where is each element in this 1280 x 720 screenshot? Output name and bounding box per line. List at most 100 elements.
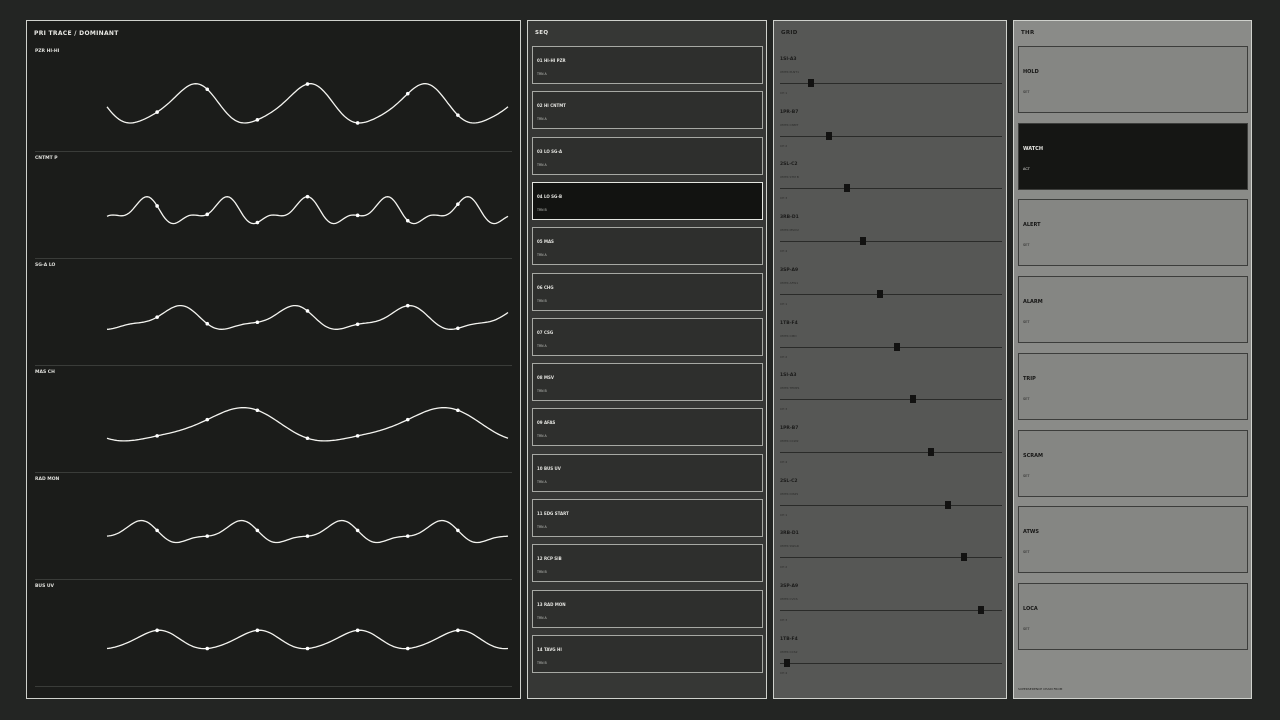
threshold-panel: THR HOLD SET WATCH ACT ALERT SET ALARM SET TRIP S…	[1013, 20, 1252, 699]
slider-description: XMTR AFW1	[780, 280, 799, 285]
sequence-item-name: 07 CSG	[537, 329, 554, 335]
slider-track[interactable]	[780, 451, 1002, 453]
sequence-item[interactable]: 14 TAVG HI TRN B	[532, 634, 763, 673]
threshold-button-label: WATCH	[1023, 145, 1044, 152]
threshold-button-watch[interactable]: WATCH ACT	[1018, 122, 1248, 190]
sequence-item[interactable]: 03 LO SG-A TRN A	[532, 136, 763, 175]
slider-handle[interactable]	[825, 131, 832, 140]
trace-marker	[405, 303, 410, 308]
slider-track[interactable]	[780, 557, 1002, 559]
grid-slider[interactable]: 2SL-C2 XMTR DISP1 CH 1	[780, 479, 1002, 531]
slider-track[interactable]	[780, 610, 1002, 611]
trace-marker	[405, 218, 410, 223]
sequence-item-name: 08 MSV	[537, 375, 554, 381]
grid-slider[interactable]: 3SP-A9 XMTR AFW1 CH 1	[780, 268, 1002, 320]
slider-handle[interactable]	[927, 447, 934, 456]
sequence-item[interactable]: 10 BUS UV TRN A	[532, 453, 763, 492]
trace-waveform	[106, 303, 509, 331]
sequence-item[interactable]: 13 RAD MON TRN A	[532, 589, 763, 628]
threshold-button-alarm[interactable]: ALARM SET	[1018, 276, 1248, 344]
grid-slider[interactable]: 2SL-C2 XMTR STM B CH 3	[780, 162, 1002, 214]
sequence-item[interactable]: 01 HI-HI PZR TRN A	[532, 46, 763, 84]
slider-code: 3SP-A9	[780, 267, 799, 273]
sequence-item[interactable]: 12 RCP SIB TRN B	[532, 544, 763, 583]
sequence-title: SEQ	[535, 30, 549, 36]
threshold-button-trip[interactable]: TRIP SET	[1018, 352, 1248, 420]
slider-track[interactable]	[780, 662, 1002, 664]
slider-track[interactable]	[780, 293, 1002, 295]
grid-slider[interactable]: 3SP-A9 XMTR CVCS CH 3	[780, 584, 1002, 636]
slider-handle[interactable]	[860, 237, 867, 246]
grid-slider[interactable]: 1PR-B7 XMTR CCW2 CH 4	[780, 426, 1002, 478]
slider-description: XMTR CVCS	[780, 597, 798, 601]
slider-code: 1SI-A3	[780, 57, 797, 62]
sequence-item-train: TRN A	[537, 434, 547, 439]
sequence-item[interactable]: 02 HI CNTMT TRN A	[532, 91, 763, 130]
trace-marker	[155, 110, 159, 114]
slider-track[interactable]	[780, 188, 1002, 190]
sequence-item[interactable]: 06 CHG TRN B	[532, 272, 763, 311]
trace-marker	[155, 434, 159, 438]
trace-marker	[355, 434, 360, 438]
slider-handle[interactable]	[977, 606, 984, 614]
slider-description: XMTR PLNT1	[780, 70, 799, 74]
slider-handle[interactable]	[961, 553, 968, 562]
sequence-panel: SEQ 01 HI-HI PZR TRN A 02 HI CNTMT TRN A 03 …	[527, 20, 767, 699]
grid-slider[interactable]: 3RB-D1 XMTR SWGR CH 2	[780, 531, 1002, 583]
slider-handle[interactable]	[876, 289, 883, 298]
slider-track[interactable]	[780, 241, 1002, 243]
sequence-item[interactable]: 07 CSG TRN A	[532, 317, 763, 356]
trace-marker	[255, 220, 260, 225]
threshold-button-loca[interactable]: LOCA SET	[1018, 582, 1248, 650]
slider-handle[interactable]	[783, 658, 790, 667]
sequence-item-name: 04 LO SG-B	[537, 193, 563, 199]
sequence-item[interactable]: 05 MAS TRN A	[532, 227, 763, 266]
slider-handle[interactable]	[808, 79, 815, 87]
slider-track[interactable]	[780, 346, 1002, 348]
slider-code: 3SP-A9	[780, 584, 799, 589]
slider-description: XMTR CCW2	[780, 438, 799, 443]
trace-marker	[155, 204, 159, 208]
grid-slider[interactable]: 3RB-D1 XMTR MSIV2 CH 4	[780, 215, 1002, 267]
trace-row: RAD MON	[27, 473, 520, 580]
slider-track[interactable]	[780, 135, 1002, 137]
slider-handle[interactable]	[893, 342, 900, 351]
trace-waveform	[106, 407, 509, 442]
slider-handle[interactable]	[910, 395, 917, 404]
sequence-item-name: 01 HI-HI PZR	[537, 58, 566, 63]
sequence-item-name: 02 HI CNTMT	[537, 103, 566, 109]
slider-code: 1PR-B7	[780, 109, 799, 115]
slider-handle[interactable]	[944, 500, 951, 509]
sequence-item[interactable]: 04 LO SG-B TRN B	[532, 181, 763, 220]
grid-slider[interactable]: 1TB-F4 XMTR CMD CH 2	[780, 321, 1002, 373]
trace-marker	[405, 646, 410, 651]
slider-code: 1TB-F4	[780, 636, 798, 642]
sequence-item[interactable]: 08 MSV TRN B	[532, 363, 763, 402]
sequence-item[interactable]: 09 AFAS TRN A	[532, 408, 763, 447]
trace-marker	[355, 322, 360, 327]
slider-channel: CH 3	[780, 196, 788, 201]
slider-channel: CH 2	[780, 354, 788, 359]
threshold-button-scram[interactable]: SCRAM SET	[1018, 429, 1248, 497]
sequence-item[interactable]: 11 EDG START TRN A	[532, 499, 763, 537]
threshold-button-state: ACT	[1023, 166, 1030, 171]
slider-track[interactable]	[780, 504, 1002, 506]
slider-track[interactable]	[780, 399, 1002, 401]
primary-trace-title: PRI TRACE / DOMINANT	[34, 30, 119, 37]
threshold-button-atws[interactable]: ATWS SET	[1018, 506, 1248, 574]
grid-slider[interactable]: 1SI-A3 XMTR TEMP1 CH 3	[780, 373, 1002, 425]
threshold-button-state: SET	[1023, 550, 1030, 555]
trace-line	[106, 304, 509, 330]
grid-slider[interactable]: 1SI-A3 XMTR PLNT1 CH 1	[780, 57, 1002, 109]
sequence-item-train: TRN A	[537, 479, 547, 484]
slider-handle[interactable]	[843, 184, 850, 193]
threshold-button-alert[interactable]: ALERT SET	[1018, 199, 1248, 267]
grid-slider[interactable]: 1PR-B7 XMTR CNMT CH 2	[780, 110, 1002, 162]
grid-slider[interactable]: 1TB-F4 XMTR CCS2 CH 4	[780, 637, 1002, 689]
slider-code: 1SI-A3	[780, 373, 797, 379]
sequence-item-name: 13 RAD MON	[537, 601, 566, 607]
sequence-item-name: 11 EDG START	[537, 511, 569, 516]
threshold-button-hold[interactable]: HOLD SET	[1018, 46, 1248, 113]
threshold-button-label: ALARM	[1023, 299, 1043, 306]
trace-line	[106, 519, 509, 544]
